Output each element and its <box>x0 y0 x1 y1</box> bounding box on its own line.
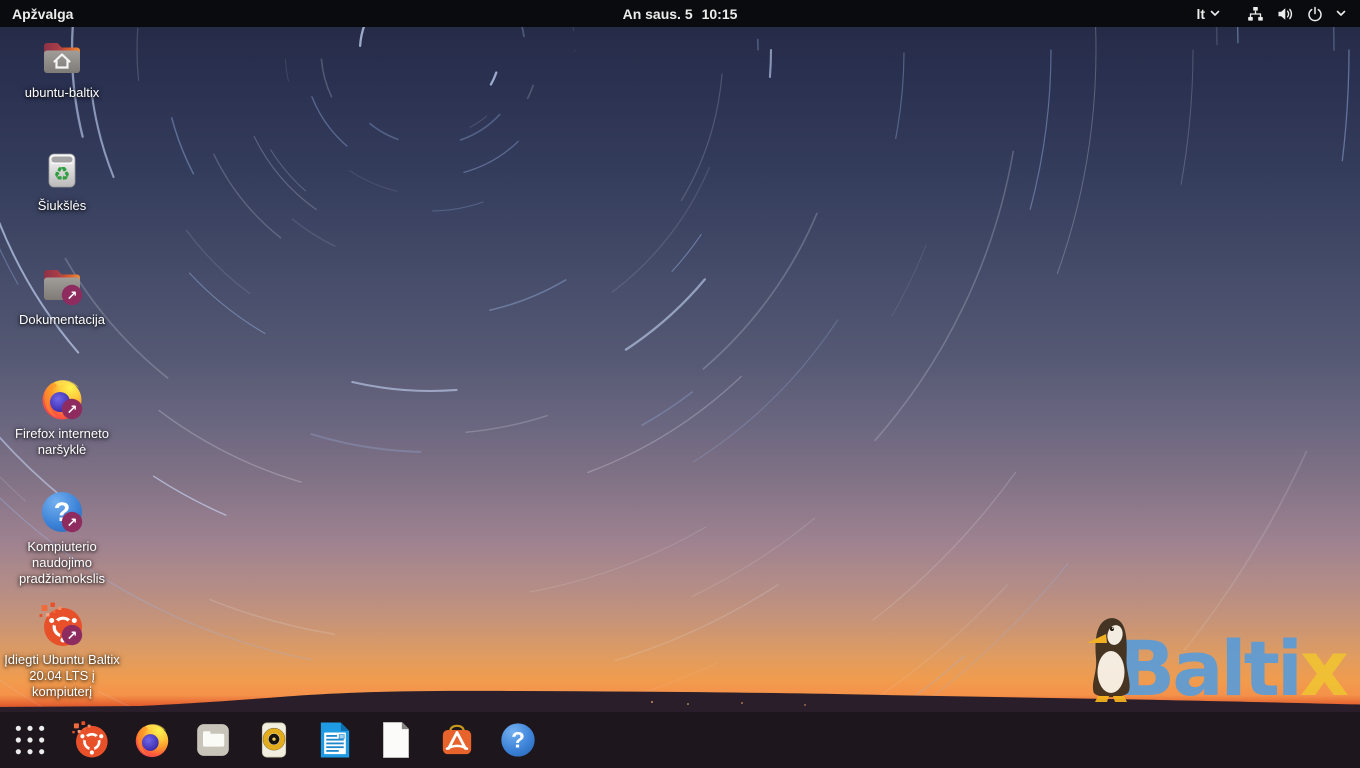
dock-item-ubuntu-installer[interactable] <box>71 720 111 760</box>
desktop-icon-label: Dokumentacija <box>19 312 105 328</box>
files-icon <box>193 720 233 760</box>
clock-date: An saus. 5 <box>623 6 693 22</box>
desktop-icon-home[interactable]: ubuntu-baltix <box>4 34 120 101</box>
volume-high-icon[interactable] <box>1277 6 1294 22</box>
folder-icon <box>38 261 86 309</box>
ubuntu-software-icon <box>437 720 477 760</box>
desktop-icon-trash[interactable]: Šiukšlės <box>4 147 120 214</box>
trash-icon <box>38 147 86 195</box>
desktop-icon-label: Firefox interneto naršyklė <box>4 426 120 458</box>
dock-item-libreoffice-writer[interactable] <box>315 720 355 760</box>
chevron-down-icon <box>1210 10 1220 17</box>
chevron-down-icon[interactable] <box>1336 10 1346 17</box>
firefox-icon <box>132 720 172 760</box>
dock-item-files[interactable] <box>193 720 233 760</box>
keyboard-layout-label: lt <box>1196 6 1205 22</box>
home-folder-icon <box>38 34 86 82</box>
desktop-icon-label: Įdiegti Ubuntu Baltix 20.04 LTS į kompiu… <box>4 652 120 700</box>
top-bar: Apžvalga An saus. 5 10:15 lt <box>0 0 1360 27</box>
help-icon <box>498 720 538 760</box>
firefox-icon <box>38 375 86 423</box>
ubuntu-installer-icon <box>38 601 86 649</box>
clock-time: 10:15 <box>702 6 738 22</box>
show-applications-icon <box>10 720 50 760</box>
desktop-wallpaper[interactable]: Baltix <box>0 0 1360 768</box>
activities-button[interactable]: Apžvalga <box>0 0 85 27</box>
dock <box>0 712 1360 768</box>
ubuntu-installer-icon <box>71 720 111 760</box>
libreoffice-icon <box>376 720 416 760</box>
desktop-icon-label: ubuntu-baltix <box>25 85 99 101</box>
desktop-icon-label: Kompiuterio naudojimo pradžiamokslis <box>4 539 120 587</box>
network-wired-icon[interactable] <box>1247 6 1264 22</box>
system-tray[interactable]: lt <box>1196 0 1360 27</box>
mountain-silhouette <box>0 0 1360 768</box>
help-icon <box>38 488 86 536</box>
power-icon[interactable] <box>1307 6 1323 22</box>
libreoffice-writer-icon <box>315 720 355 760</box>
dock-item-firefox[interactable] <box>132 720 172 760</box>
desktop-icon-label: Šiukšlės <box>38 198 86 214</box>
rhythmbox-icon <box>254 720 294 760</box>
dock-item-ubuntu-software[interactable] <box>437 720 477 760</box>
desktop-icon-documentation[interactable]: Dokumentacija <box>4 261 120 328</box>
clock-button[interactable]: An saus. 5 10:15 <box>623 6 738 22</box>
dock-item-help[interactable] <box>498 720 538 760</box>
desktop-icon-help[interactable]: Kompiuterio naudojimo pradžiamokslis <box>4 488 120 587</box>
keyboard-layout-indicator[interactable]: lt <box>1196 6 1220 22</box>
dock-item-rhythmbox[interactable] <box>254 720 294 760</box>
desktop-icon-install-ubuntu-baltix[interactable]: Įdiegti Ubuntu Baltix 20.04 LTS į kompiu… <box>4 601 120 700</box>
dock-item-libreoffice[interactable] <box>376 720 416 760</box>
desktop-icon-firefox[interactable]: Firefox interneto naršyklė <box>4 375 120 458</box>
show-applications-button[interactable] <box>10 720 50 760</box>
